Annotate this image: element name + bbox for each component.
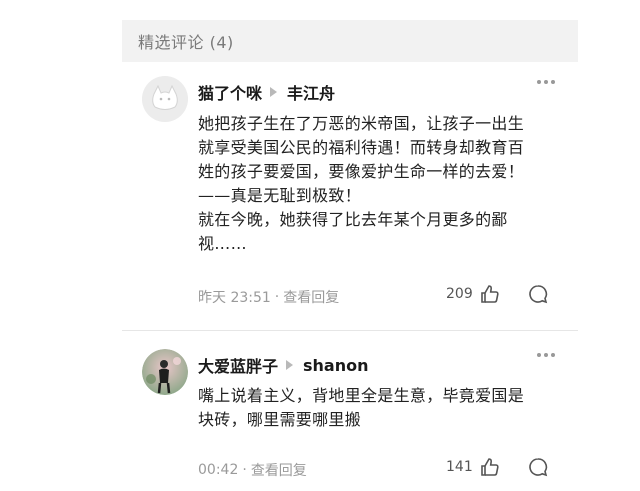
comment-line: 她把孩子生在了万恶的米帝国，让孩子一出生 [198, 114, 525, 133]
comments-header-title: 精选评论 (4) [138, 33, 234, 52]
comment-actions: 141 [446, 456, 616, 478]
comment-time: 昨天 23:51 [198, 290, 271, 306]
like-count: 209 [446, 286, 473, 302]
cat-avatar-icon[interactable] [142, 76, 188, 122]
comment-actions: 209 [446, 283, 616, 305]
comment-author[interactable]: 大爱蓝胖子 [198, 353, 278, 377]
comment-author-line: 大爱蓝胖子 shanon [198, 353, 369, 377]
more-options-icon[interactable] [537, 353, 618, 357]
person-photo-avatar[interactable] [142, 349, 188, 395]
comment-text: 嘴上说着主义，背地里全是生意，毕竟爱国是 块砖，哪里需要哪里搬 [198, 384, 558, 432]
comment-text: 她把孩子生在了万恶的米帝国，让孩子一出生 就享受美国公民的福利待遇！而转身却教育… [198, 112, 558, 256]
comment-line: 嘴上说着主义，背地里全是生意，毕竟爱国是 [198, 386, 525, 405]
thumbs-up-icon[interactable] [479, 283, 501, 305]
comment-meta: 昨天 23:51 · 查看回复 [198, 287, 339, 307]
reply-arrow-icon [286, 360, 294, 370]
reply-to-user[interactable]: shanon [303, 356, 368, 375]
comment-divider [122, 330, 578, 331]
reply-to-user[interactable]: 丰江舟 [287, 80, 335, 104]
comment-line: ——真是无耻到极致！ [198, 186, 362, 205]
comment-author-line: 猫了个咪 丰江舟 [198, 80, 335, 104]
meta-separator: · [242, 462, 247, 478]
comment-bubble-icon[interactable] [527, 456, 549, 478]
comment-line: 就在今晚，她获得了比去年某个月更多的鄙 [198, 210, 508, 229]
comments-header: 精选评论 (4) [122, 20, 578, 62]
comment-author[interactable]: 猫了个咪 [198, 80, 262, 104]
more-options-icon[interactable] [537, 80, 618, 84]
comment-bubble-icon[interactable] [527, 283, 549, 305]
comment-line: 就享受美国公民的福利待遇！而转身却教育百 [198, 138, 525, 157]
comment-line: 块砖，哪里需要哪里搬 [198, 410, 362, 429]
thumbs-up-icon[interactable] [479, 456, 501, 478]
like-count: 141 [446, 459, 473, 475]
reply-arrow-icon [270, 87, 278, 97]
comment-time: 00:42 [198, 462, 239, 478]
comment-line: 视…… [198, 234, 247, 253]
comment-meta: 00:42 · 查看回复 [198, 460, 307, 480]
comment-line: 姓的孩子要爱国，要像爱护生命一样的去爱！ [198, 162, 525, 181]
view-replies-link[interactable]: 查看回复 [251, 460, 307, 480]
view-replies-link[interactable]: 查看回复 [283, 287, 339, 307]
meta-separator: · [274, 289, 280, 305]
